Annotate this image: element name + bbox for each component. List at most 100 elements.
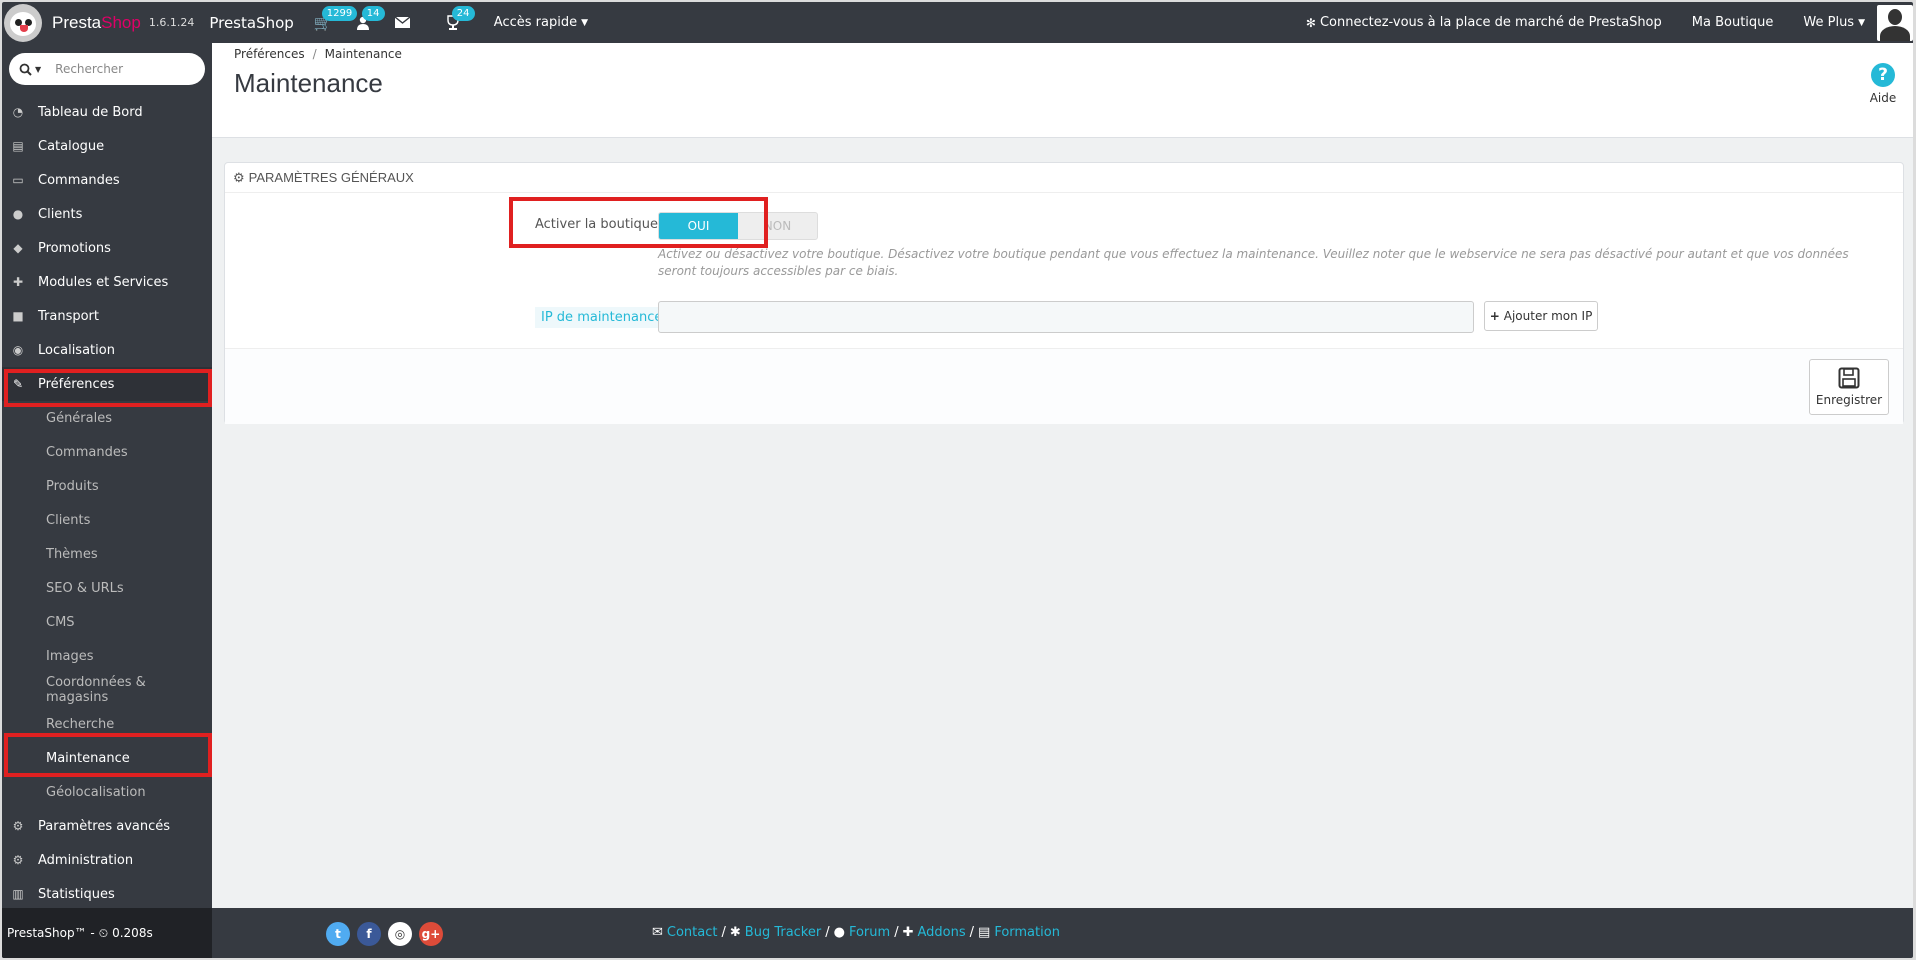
sidebar-item-label: Promotions xyxy=(38,240,111,256)
twitter-icon[interactable]: t xyxy=(326,922,350,946)
sub-item-cms[interactable]: CMS xyxy=(2,605,212,639)
sub-item-themes[interactable]: Thèmes xyxy=(2,537,212,571)
orders-notification[interactable]: 🛒 1299 xyxy=(312,5,358,34)
sidebar-item-promotions[interactable]: ◆ Promotions xyxy=(2,231,212,265)
save-button[interactable]: Enregistrer xyxy=(1809,359,1889,415)
main-content: Préférences / Maintenance Maintenance ? … xyxy=(212,43,1913,908)
users-icon: ● xyxy=(12,207,24,221)
github-icon[interactable]: ◎ xyxy=(388,922,412,946)
shop-name[interactable]: PrestaShop xyxy=(209,14,293,32)
sub-item-products[interactable]: Produits xyxy=(2,469,212,503)
sidebar-item-label: Localisation xyxy=(38,342,115,358)
breadcrumb-current: Maintenance xyxy=(324,47,402,61)
version-label: 1.6.1.24 xyxy=(148,16,195,29)
footer-link-bug-tracker[interactable]: Bug Tracker xyxy=(745,925,821,940)
brand-name: PrestaShop xyxy=(52,12,141,32)
sidebar-item-label: Modules et Services xyxy=(38,274,169,290)
caret-down-icon: ▼ xyxy=(1858,17,1865,28)
sidebar-item-label: Paramètres avancés xyxy=(38,818,171,834)
add-my-ip-button[interactable]: + Ajouter mon IP xyxy=(1484,301,1598,331)
sub-item-contacts-stores[interactable]: Coordonnées & magasins xyxy=(2,673,212,707)
customers-badge: 14 xyxy=(361,5,385,21)
breadcrumb-parent[interactable]: Préférences xyxy=(234,47,305,61)
footer-link-training[interactable]: Formation xyxy=(994,925,1060,940)
cogs-icon: ⚙ xyxy=(233,169,245,185)
user-menu[interactable]: We Plus ▼ xyxy=(1803,15,1865,30)
dashboard-icon: ◔ xyxy=(12,105,24,119)
load-time: 0.208s xyxy=(112,926,153,940)
general-settings-panel: ⚙ PARAMÈTRES GÉNÉRAUX Activer la boutiqu… xyxy=(224,162,1904,424)
save-icon xyxy=(1838,367,1860,389)
sidebar-item-label: Clients xyxy=(38,206,83,222)
sidebar-item-label: Transport xyxy=(38,308,100,324)
marketplace-link[interactable]: ✻ Connectez-vous à la place de marché de… xyxy=(1306,15,1662,30)
footer-separator: / xyxy=(969,925,975,940)
sidebar-item-preferences[interactable]: ✎ Préférences xyxy=(2,367,212,401)
globe-icon: ◉ xyxy=(12,343,24,357)
help-button[interactable]: ? Aide xyxy=(1863,63,1903,105)
quick-access-label: Accès rapide xyxy=(493,15,578,30)
google-plus-icon[interactable]: g+ xyxy=(419,922,443,946)
page-header: Préférences / Maintenance Maintenance ? … xyxy=(212,43,1913,138)
trophy-notification[interactable]: 24 xyxy=(442,5,475,34)
maintenance-ip-label: IP de maintenance xyxy=(535,307,669,328)
sub-item-general[interactable]: Générales xyxy=(2,401,212,435)
footer-link-addons[interactable]: Addons xyxy=(917,925,965,940)
search-icon[interactable]: ▼ xyxy=(19,63,41,76)
caret-down-icon: ▼ xyxy=(581,17,589,28)
footer-brand: PrestaShop™ - xyxy=(7,926,95,940)
switch-yes[interactable]: OUI xyxy=(659,213,738,239)
help-label: Aide xyxy=(1869,91,1897,105)
sub-item-orders[interactable]: Commandes xyxy=(2,435,212,469)
puzzle-icon: ✚ xyxy=(12,275,24,289)
enable-shop-label: Activer la boutique xyxy=(535,217,659,232)
messages-notification[interactable] xyxy=(392,12,414,34)
sidebar-item-administration[interactable]: ⚙ Administration xyxy=(2,843,212,877)
footer-links: ✉ Contact / ✱ Bug Tracker / ● Forum / ✚ … xyxy=(652,925,1060,940)
enable-shop-switch[interactable]: OUI NON xyxy=(658,212,818,240)
switch-no[interactable]: NON xyxy=(738,213,817,239)
sidebar-item-localization[interactable]: ◉ Localisation xyxy=(2,333,212,367)
sidebar-search[interactable]: ▼ Rechercher xyxy=(9,53,205,85)
quick-access-menu[interactable]: Accès rapide ▼ xyxy=(494,15,588,30)
sidebar-item-label: Catalogue xyxy=(38,138,105,154)
sidebar-item-modules[interactable]: ✚ Modules et Services xyxy=(2,265,212,299)
panel-footer: Enregistrer xyxy=(225,348,1903,424)
prestashop-logo-icon[interactable] xyxy=(4,3,42,42)
footer-info: PrestaShop™ - ⏲ 0.208s xyxy=(2,908,212,958)
sidebar-item-advanced-parameters[interactable]: ⚙ Paramètres avancés xyxy=(2,809,212,843)
credit-card-icon: ▭ xyxy=(12,173,24,187)
book-icon: ▤ xyxy=(12,139,24,153)
user-avatar[interactable] xyxy=(1877,4,1913,41)
sidebar-item-customers[interactable]: ● Clients xyxy=(2,197,212,231)
sub-item-maintenance[interactable]: Maintenance xyxy=(2,741,212,775)
enable-shop-help: Activez ou désactivez votre boutique. Dé… xyxy=(658,247,1849,278)
maintenance-ip-input[interactable] xyxy=(658,301,1474,333)
panel-heading: ⚙ PARAMÈTRES GÉNÉRAUX xyxy=(225,163,1903,193)
search-input[interactable]: Rechercher xyxy=(55,62,123,76)
app-frame: PrestaShop 1.6.1.24 PrestaShop 🛒 1299 14… xyxy=(2,2,1913,958)
social-links: t f ◎ g+ xyxy=(326,922,443,946)
breadcrumb-separator: / xyxy=(312,47,317,61)
sidebar-item-orders[interactable]: ▭ Commandes xyxy=(2,163,212,197)
customers-notification[interactable]: 14 xyxy=(352,5,385,34)
footer-link-forum[interactable]: Forum xyxy=(849,925,890,940)
puzzle-icon: ✻ xyxy=(1305,15,1316,30)
envelope-icon xyxy=(395,17,411,28)
sub-item-search[interactable]: Recherche xyxy=(2,707,212,741)
top-header: PrestaShop 1.6.1.24 PrestaShop 🛒 1299 14… xyxy=(2,2,1913,43)
my-shop-link[interactable]: Ma Boutique xyxy=(1692,15,1774,30)
sidebar-item-statistics[interactable]: ▥ Statistiques xyxy=(2,877,212,911)
sub-item-images[interactable]: Images xyxy=(2,639,212,673)
sub-item-geolocation[interactable]: Géolocalisation xyxy=(2,775,212,809)
page-title: Maintenance xyxy=(234,68,383,98)
sidebar-item-dashboard[interactable]: ◔ Tableau de Bord xyxy=(2,95,212,129)
book-icon: ▤ xyxy=(978,925,991,940)
sidebar-item-catalog[interactable]: ▤ Catalogue xyxy=(2,129,212,163)
sub-item-customers[interactable]: Clients xyxy=(2,503,212,537)
sidebar-item-shipping[interactable]: ■ Transport xyxy=(2,299,212,333)
marketplace-label: Connectez-vous à la place de marché de P… xyxy=(1319,15,1662,30)
footer-link-contact[interactable]: Contact xyxy=(667,925,718,940)
sub-item-seo-urls[interactable]: SEO & URLs xyxy=(2,571,212,605)
facebook-icon[interactable]: f xyxy=(357,922,381,946)
